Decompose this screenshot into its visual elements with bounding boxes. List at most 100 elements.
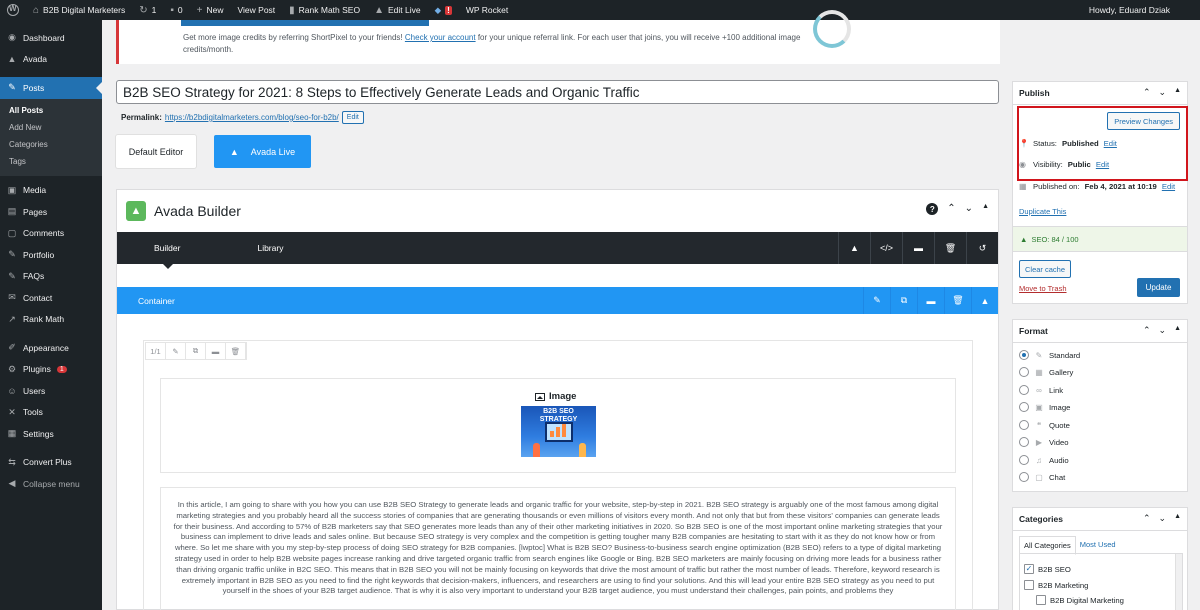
category-item-b2b-digital-marketing[interactable]: B2B Digital Marketing: [1036, 595, 1124, 605]
wp-logo-menu[interactable]: [0, 0, 26, 20]
code-icon[interactable]: </>: [870, 232, 902, 264]
format-option-video[interactable]: ▶ Video: [1019, 437, 1069, 447]
sidebar-item-contact[interactable]: ✉ Contact: [0, 287, 102, 309]
sidebar-item-comments[interactable]: ▢ Comments: [0, 223, 102, 245]
notice-button[interactable]: [181, 20, 429, 26]
toggle-panel-icon[interactable]: ▲: [982, 203, 989, 215]
format-option-standard[interactable]: ✎ Standard: [1019, 350, 1080, 360]
radio-button[interactable]: [1019, 455, 1029, 465]
sidebar-item-portfolio[interactable]: ✎ Portfolio: [0, 244, 102, 266]
format-option-image[interactable]: ▣ Image: [1019, 402, 1070, 412]
container-bar[interactable]: Container ✎ ⧉ ▬ 🗑 ▲: [117, 287, 998, 314]
category-item-b2b-seo[interactable]: ✓ B2B SEO: [1024, 564, 1071, 574]
sidebar-item-settings[interactable]: ▦ Settings: [0, 423, 102, 445]
default-editor-button[interactable]: Default Editor: [116, 135, 196, 168]
sidebar-item-users[interactable]: ☺ Users: [0, 380, 102, 402]
security-alert-link[interactable]: ◆!: [428, 0, 459, 20]
toggle-panel-icon[interactable]: ▲: [1174, 325, 1181, 336]
toggle-panel-icon[interactable]: ▲: [1174, 513, 1181, 524]
toggle-panel-icon[interactable]: ▲: [1174, 87, 1181, 98]
save-icon[interactable]: ▬: [206, 343, 226, 359]
sidebar-item-posts[interactable]: ✎ Posts: [0, 77, 102, 99]
tab-library[interactable]: Library: [217, 232, 320, 264]
chevron-down-icon[interactable]: ⌄: [1159, 325, 1167, 336]
checkbox[interactable]: [1036, 595, 1046, 605]
format-option-gallery[interactable]: ▦ Gallery: [1019, 367, 1073, 377]
sidebar-item-media[interactable]: ▣ Media: [0, 180, 102, 202]
move-to-trash-link[interactable]: Move to Trash: [1019, 284, 1067, 293]
preview-changes-button[interactable]: Preview Changes: [1107, 112, 1180, 130]
column-size[interactable]: 1/1: [146, 343, 166, 359]
clone-icon[interactable]: ⧉: [186, 343, 206, 359]
view-post-link[interactable]: View Post: [231, 0, 283, 20]
permalink-edit-button[interactable]: Edit: [341, 111, 364, 124]
chevron-down-icon[interactable]: ⌄: [1159, 513, 1167, 524]
submenu-tags[interactable]: Tags: [0, 153, 102, 170]
save-icon[interactable]: ▬: [902, 232, 934, 264]
format-option-audio[interactable]: ♫ Audio: [1019, 455, 1069, 465]
collapse-icon[interactable]: ▲: [971, 287, 998, 314]
radio-button[interactable]: [1019, 385, 1029, 395]
check-account-link[interactable]: Check your account: [405, 33, 476, 42]
new-content-link[interactable]: + New: [190, 0, 231, 20]
chevron-up-icon[interactable]: ⌃: [1143, 87, 1151, 98]
save-icon[interactable]: ▬: [917, 287, 944, 314]
comments-link[interactable]: ▪ 0: [163, 0, 189, 20]
checkbox[interactable]: [1024, 580, 1034, 590]
text-block-element[interactable]: In this article, I am going to share wit…: [160, 487, 956, 610]
permalink-url[interactable]: https://b2bdigitalmarketers.com/blog/seo…: [165, 113, 339, 122]
edit-icon[interactable]: ✎: [166, 343, 186, 359]
format-option-chat[interactable]: ▢ Chat: [1019, 472, 1065, 482]
category-scrollbar[interactable]: [1175, 554, 1182, 610]
chevron-up-icon[interactable]: ⌃: [1143, 325, 1151, 336]
trash-icon[interactable]: 🗑: [226, 343, 246, 359]
seo-score-row[interactable]: ▲ SEO: 84 / 100: [1013, 226, 1187, 252]
radio-button[interactable]: [1019, 472, 1029, 482]
trash-icon[interactable]: 🗑: [934, 232, 966, 264]
chevron-down-icon[interactable]: ⌄: [1159, 87, 1167, 98]
edit-live-link[interactable]: ▲ Edit Live: [367, 0, 428, 20]
avada-live-button[interactable]: ▲ Avada Live: [214, 135, 311, 168]
post-title-input[interactable]: B2B SEO Strategy for 2021: 8 Steps to Ef…: [116, 80, 999, 104]
radio-button[interactable]: [1019, 437, 1029, 447]
clear-cache-button[interactable]: Clear cache: [1019, 260, 1072, 278]
tab-builder[interactable]: Builder: [117, 232, 217, 269]
sidebar-item-convert-plus[interactable]: ⇆ Convert Plus: [0, 452, 102, 474]
history-icon[interactable]: ↺: [966, 232, 998, 264]
sidebar-item-rank-math[interactable]: ↗ Rank Math: [0, 309, 102, 331]
updates-link[interactable]: ↻ 1: [132, 0, 163, 20]
category-item-b2b-marketing[interactable]: B2B Marketing: [1024, 580, 1088, 590]
clone-icon[interactable]: ⧉: [890, 287, 917, 314]
visibility-edit-link[interactable]: Edit: [1096, 160, 1109, 169]
chevron-down-icon[interactable]: ⌄: [965, 203, 973, 215]
submenu-add-new[interactable]: Add New: [0, 119, 102, 136]
radio-button[interactable]: [1019, 350, 1029, 360]
radio-button[interactable]: [1019, 402, 1029, 412]
sidebar-item-appearance[interactable]: ✐ Appearance: [0, 337, 102, 359]
collapse-all-icon[interactable]: ▲: [838, 232, 870, 264]
status-edit-link[interactable]: Edit: [1104, 139, 1117, 148]
format-option-link[interactable]: ∞ Link: [1019, 385, 1063, 395]
duplicate-this-link[interactable]: Duplicate This: [1019, 207, 1066, 216]
wp-rocket-link[interactable]: WP Rocket: [459, 0, 515, 20]
image-element[interactable]: Image B2B SEO STRATEGY: [160, 378, 956, 473]
edit-icon[interactable]: ✎: [863, 287, 890, 314]
submenu-categories[interactable]: Categories: [0, 136, 102, 153]
sidebar-item-avada[interactable]: ▲ Avada: [0, 49, 102, 71]
submenu-all-posts[interactable]: All Posts: [0, 102, 102, 119]
format-option-quote[interactable]: ❝ Quote: [1019, 420, 1070, 430]
trash-icon[interactable]: 🗑: [944, 287, 971, 314]
collapse-menu-button[interactable]: ◀ Collapse menu: [0, 473, 102, 495]
chevron-up-icon[interactable]: ⌃: [947, 203, 955, 215]
sidebar-item-dashboard[interactable]: ◉ Dashboard: [0, 27, 102, 49]
radio-button[interactable]: [1019, 420, 1029, 430]
user-account-menu[interactable]: Howdy, Eduard Dziak: [1082, 0, 1200, 20]
update-button[interactable]: Update: [1137, 278, 1180, 297]
rank-math-link[interactable]: ▮ Rank Math SEO: [282, 0, 367, 20]
sidebar-item-faqs[interactable]: ✎ FAQs: [0, 266, 102, 288]
site-name-link[interactable]: ⌂ B2B Digital Marketers: [26, 0, 132, 20]
sidebar-item-tools[interactable]: ✕ Tools: [0, 402, 102, 424]
sidebar-item-pages[interactable]: ▤ Pages: [0, 201, 102, 223]
chevron-up-icon[interactable]: ⌃: [1143, 513, 1151, 524]
help-icon[interactable]: ?: [926, 203, 939, 215]
